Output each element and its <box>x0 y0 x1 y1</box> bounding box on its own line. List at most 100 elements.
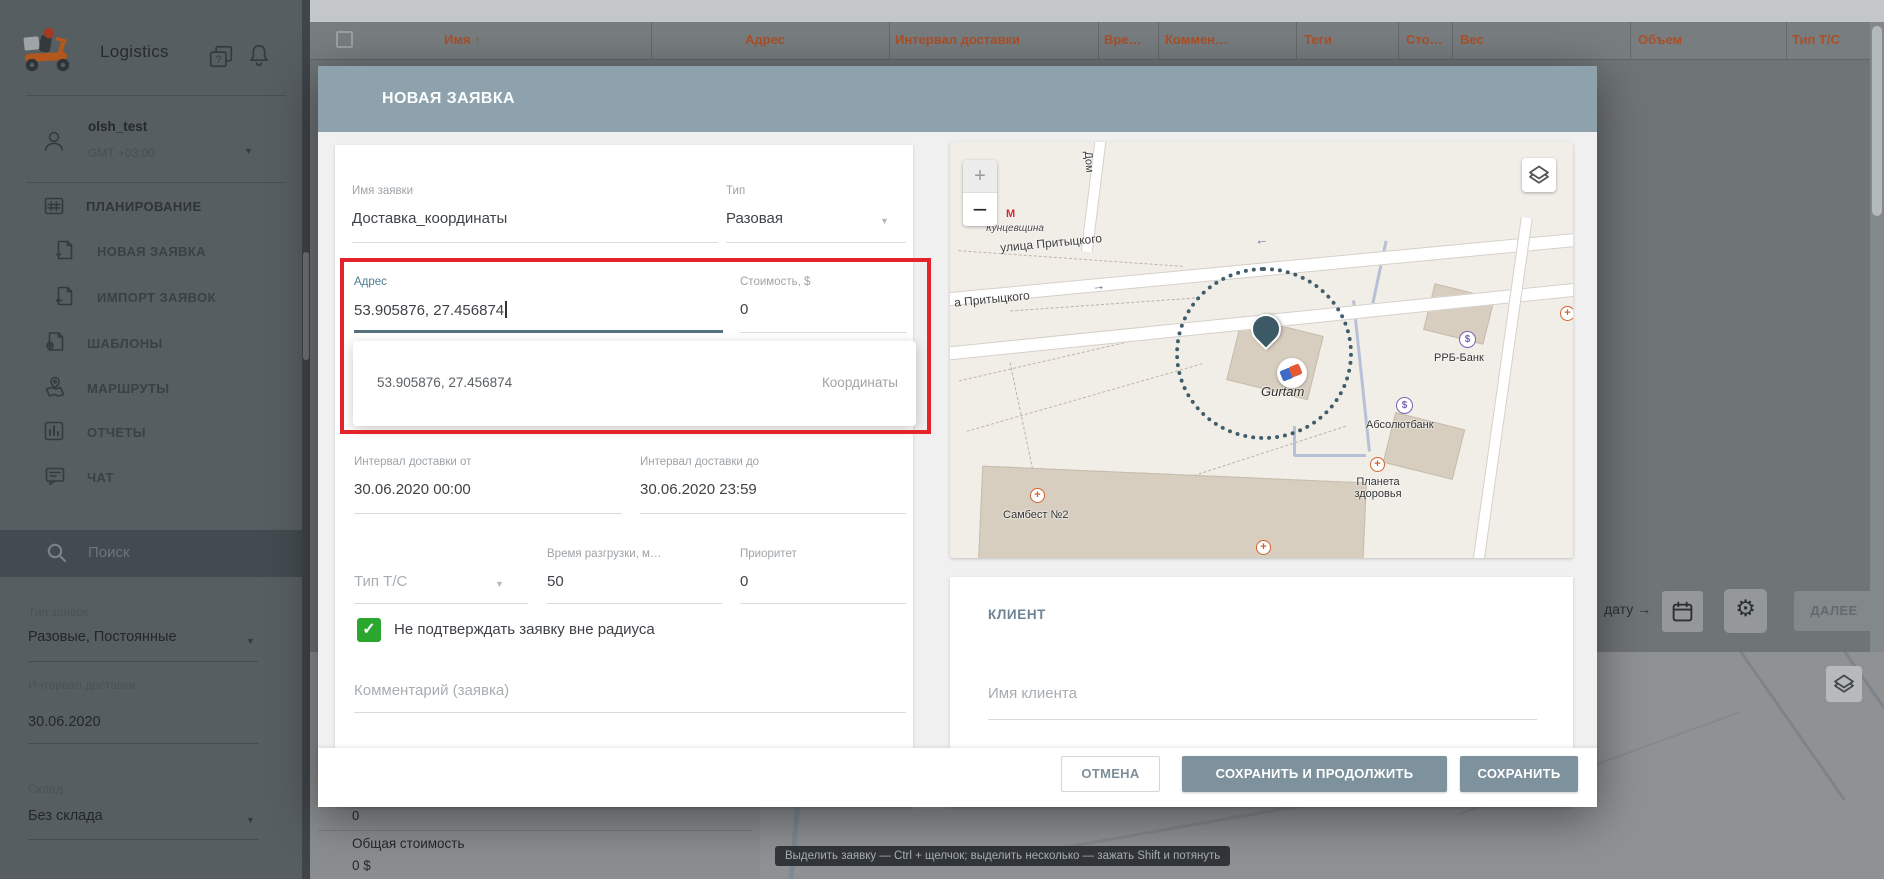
sidebar: Logistics ? olsh_test GMT +03:00 ▼ <box>0 0 302 879</box>
page-pin-icon <box>44 331 66 353</box>
chevron-down-icon: ▼ <box>880 216 889 226</box>
sidebar-item-templates[interactable]: ШАБЛОНЫ <box>0 329 302 357</box>
radius-confirm-checkbox-label[interactable]: Не подтверждать заявку вне радиуса <box>394 621 655 638</box>
cancel-button[interactable]: ОТМЕНА <box>1061 756 1160 792</box>
table-scrollbar[interactable] <box>1870 22 1884 652</box>
save-and-continue-button[interactable]: СОХРАНИТЬ И ПРОДОЛЖИТЬ <box>1182 756 1447 792</box>
map-layers-button[interactable] <box>1522 158 1556 192</box>
search-input[interactable]: Поиск <box>0 530 302 577</box>
sidebar-item-import-orders[interactable]: ИМПОРТ ЗАЯВОК <box>0 284 302 312</box>
new-order-modal: НОВАЯ ЗАЯВКА Имя заявки Доставка_координ… <box>318 66 1597 807</box>
interval-to-label: Интервал доставки до <box>640 456 759 468</box>
priority-input[interactable]: 0 <box>740 573 748 590</box>
chat-bubble-icon <box>44 465 66 487</box>
summary-partial-value: 0 <box>352 808 359 823</box>
sidebar-item-chat[interactable]: ЧАТ <box>0 463 302 491</box>
user-icon <box>42 125 66 157</box>
chevron-down-icon: ▼ <box>246 815 255 825</box>
search-placeholder: Поиск <box>88 544 130 561</box>
calendar-button[interactable] <box>1662 591 1703 632</box>
client-section-title: КЛИЕНТ <box>988 607 1046 622</box>
interval-from-input[interactable]: 30.06.2020 00:00 <box>354 481 471 498</box>
order-type-filter-label: Тип заявок <box>28 605 88 619</box>
priority-label: Приоритет <box>740 548 797 560</box>
modal-title: НОВАЯ ЗАЯВКА <box>382 90 515 108</box>
layers-icon <box>1527 163 1551 187</box>
total-cost-label: Общая стоимость <box>352 836 465 851</box>
page-import-arrow-icon <box>54 286 74 306</box>
app-screen: Logistics ? olsh_test GMT +03:00 ▼ <box>0 0 1884 879</box>
sidebar-item-planning[interactable]: ПЛАНИРОВАНИЕ <box>0 194 302 222</box>
goto-date-label[interactable]: дату → <box>1604 601 1651 617</box>
next-button[interactable]: ДАЛЕЕ <box>1794 591 1874 631</box>
interval-from-label: Интервал доставки от <box>354 456 471 468</box>
street-label: Дом <box>1082 151 1095 173</box>
order-form-card <box>335 145 913 807</box>
order-type-label: Тип <box>726 185 745 197</box>
column-header-comment[interactable]: Коммен… <box>1165 32 1228 47</box>
user-timezone: GMT +03:00 <box>88 146 155 160</box>
order-name-input[interactable]: Доставка_координаты <box>352 210 507 227</box>
select-all-checkbox[interactable] <box>336 31 353 48</box>
calendar-grid-icon <box>44 196 64 216</box>
map-hint-tooltip: Выделить заявку — Ctrl + щелчок; выделит… <box>775 846 1230 866</box>
column-header-name[interactable]: Имя↑ <box>444 32 481 47</box>
one-way-arrow: → <box>1091 277 1105 293</box>
help-dialog-icon[interactable]: ? <box>208 44 234 70</box>
vehicle-type-select[interactable]: Тип Т/С <box>354 573 407 590</box>
settings-button[interactable]: ⚙ <box>1724 589 1767 633</box>
column-header-interval[interactable]: Интервал доставки <box>895 32 1020 47</box>
sidebar-item-reports[interactable]: ОТЧЕТЫ <box>0 419 302 447</box>
notifications-bell-icon[interactable] <box>246 42 272 68</box>
user-name: olsh_test <box>88 119 147 134</box>
sidebar-item-routes[interactable]: МАРШРУТЫ <box>0 373 302 401</box>
sidebar-item-new-order[interactable]: НОВАЯ ЗАЯВКА <box>0 238 302 266</box>
column-header-tags[interactable]: Теги <box>1304 32 1332 47</box>
order-location-map[interactable]: улица Притыцкого а Притыцкого Дом ← → М … <box>950 142 1573 558</box>
column-header-weight[interactable]: Вес <box>1460 32 1484 47</box>
poi-label: Самбест №2 <box>1003 509 1068 521</box>
zoom-in-button[interactable]: + <box>963 160 997 193</box>
svg-text:?: ? <box>216 54 222 66</box>
chevron-down-icon: ▼ <box>246 636 255 646</box>
column-header-time[interactable]: Вре… <box>1104 32 1142 47</box>
interval-to-input[interactable]: 30.06.2020 23:59 <box>640 481 757 498</box>
app-title: Logistics <box>100 42 169 62</box>
divider <box>26 95 286 96</box>
calendar-icon <box>1671 600 1694 623</box>
sort-asc-icon: ↑ <box>475 33 481 47</box>
unloading-time-input[interactable]: 50 <box>547 573 564 590</box>
bg-map-layers-button[interactable] <box>1826 666 1862 702</box>
table-top-strip <box>310 0 1884 22</box>
sidebar-scrollbar[interactable] <box>302 0 310 879</box>
chevron-down-icon: ▼ <box>244 146 253 156</box>
divider <box>26 182 286 183</box>
bank-icon: $ <box>1459 331 1476 348</box>
column-header-cost[interactable]: Сто… <box>1406 32 1443 47</box>
poi-label: РРБ-Банк <box>1434 352 1484 364</box>
zoom-out-button[interactable]: − <box>963 193 997 226</box>
checkmark-icon: ✓ <box>362 621 375 638</box>
column-header-vehicle-type[interactable]: Тип Т/С <box>1792 32 1840 47</box>
map-road <box>1469 217 1532 558</box>
bar-chart-icon <box>44 421 64 441</box>
total-cost-value: 0 $ <box>352 858 371 873</box>
radius-confirm-checkbox[interactable]: ✓ <box>357 618 381 642</box>
client-name-input[interactable]: Имя клиента <box>988 685 1077 702</box>
save-button[interactable]: СОХРАНИТЬ <box>1460 756 1578 792</box>
orders-table-header: Имя↑ Адрес Интервал доставки Вре… Коммен… <box>310 22 1884 60</box>
unloading-time-label: Время разгрузки, м… <box>547 548 661 560</box>
search-icon <box>46 542 68 564</box>
address-highlight-rectangle <box>340 258 931 434</box>
modal-header: НОВАЯ ЗАЯВКА <box>318 66 1597 132</box>
comment-input[interactable]: Комментарий (заявка) <box>354 682 509 699</box>
column-header-volume[interactable]: Объем <box>1638 32 1682 47</box>
order-type-select[interactable]: Разовая <box>726 210 783 227</box>
shop-icon: + <box>1256 540 1271 555</box>
poi-label: Планета здоровья <box>1344 476 1412 500</box>
pharmacy-icon: + <box>1370 457 1385 472</box>
metro-icon: М <box>1006 208 1015 220</box>
shop-icon: + <box>1030 488 1045 503</box>
column-header-address[interactable]: Адрес <box>745 32 785 47</box>
layers-icon <box>1832 672 1856 696</box>
